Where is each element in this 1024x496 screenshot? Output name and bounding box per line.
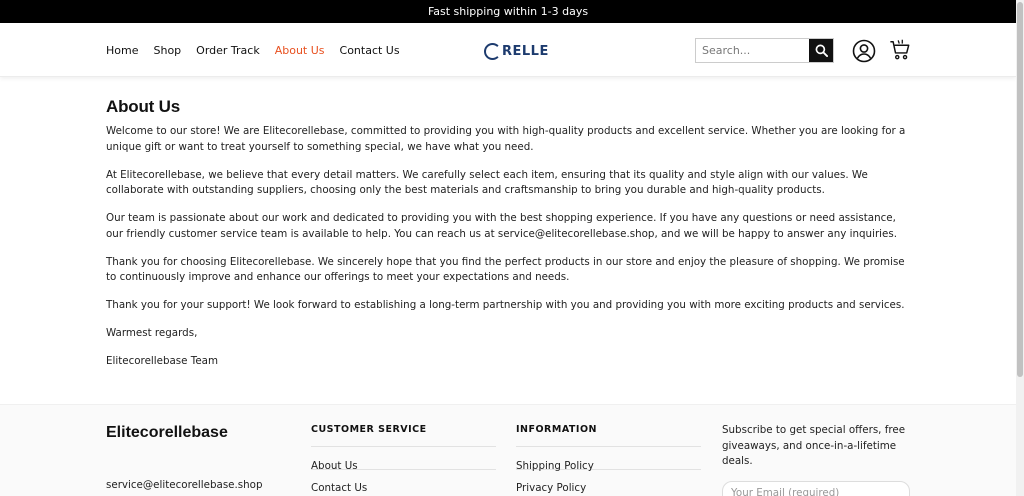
search-button[interactable] [809,39,833,62]
footer-information: INFORMATION Shipping Policy Privacy Poli… [516,424,701,494]
search-icon [815,44,828,57]
nav-order-track[interactable]: Order Track [196,44,260,57]
footer-subscribe-text: Subscribe to get special offers, free gi… [722,424,906,467]
announcement-text: Fast shipping within 1-3 days [427,5,589,18]
nav-about-us[interactable]: About Us [275,44,325,57]
about-closing: Warmest regards, [106,327,198,339]
site-footer: Elitecorellebase service@elitecorellebas… [0,404,1016,496]
nav-contact-us[interactable]: Contact Us [340,44,400,57]
about-paragraph-team: Our team is passionate about our work an… [106,212,898,240]
announcement-bar: Fast shipping within 1-3 days [0,0,1016,23]
logo-ring-icon [484,42,501,60]
search-input[interactable] [696,39,809,62]
site-logo[interactable]: RELLE [484,40,549,62]
about-signature: Elitecorellebase Team [106,355,218,367]
footer-email[interactable]: service@elitecorellebase.shop [106,479,263,491]
cart-icon[interactable] [889,39,911,61]
search-box [695,38,834,63]
newsletter-email-input[interactable] [722,481,910,496]
page-title: About Us [106,97,180,116]
main-nav: Home Shop Order Track About Us Contact U… [106,23,415,77]
footer-link-about-us[interactable]: About Us [311,446,496,472]
footer-link-contact-us[interactable]: Contact Us [311,469,496,494]
footer-brand: Elitecorellebase [106,424,228,441]
logo-text: RELLE [502,43,549,59]
nav-shop[interactable]: Shop [153,44,181,57]
site-header: Home Shop Order Track About Us Contact U… [0,23,1016,77]
about-paragraph-welcome: Welcome to our store! We are Elitecorell… [106,125,906,153]
footer-information-heading: INFORMATION [516,424,597,435]
about-paragraph-thanks: Thank you for choosing Elitecorellebase.… [106,255,905,284]
footer-customer-service: CUSTOMER SERVICE About Us Contact Us [311,424,496,494]
footer-customer-service-heading: CUSTOMER SERVICE [311,424,427,435]
about-content: About Us Welcome to our store! We are El… [106,97,916,382]
nav-home[interactable]: Home [106,44,138,57]
about-paragraph-details: At Elitecorellebase, we believe that eve… [106,168,868,197]
footer-link-shipping-policy[interactable]: Shipping Policy [516,446,701,472]
page-scrollbar[interactable] [1016,0,1024,496]
user-icon[interactable] [852,39,876,63]
scrollbar-thumb[interactable] [1017,2,1023,377]
footer-link-privacy-policy[interactable]: Privacy Policy [516,469,701,494]
about-paragraph-support: Thank you for your support! We look forw… [106,299,905,311]
